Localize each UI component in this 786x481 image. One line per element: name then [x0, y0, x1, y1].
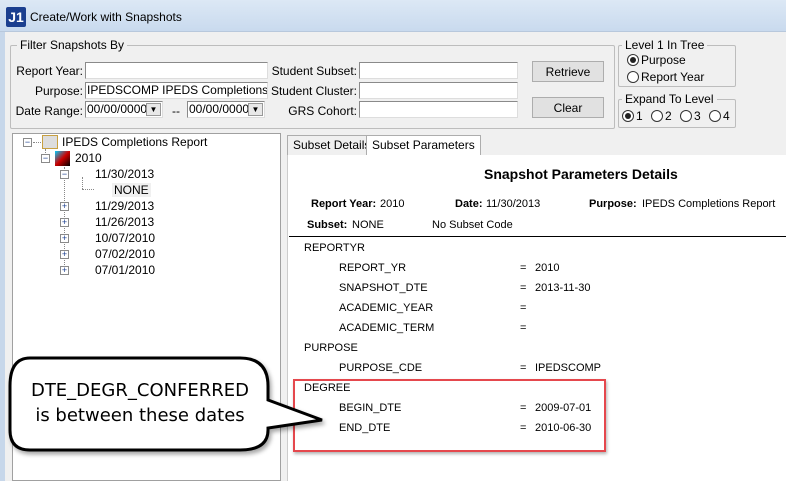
tree-node-date[interactable]: 07/02/2010: [95, 247, 155, 261]
collapse-icon[interactable]: −: [60, 170, 69, 179]
app-logo-icon: J1: [6, 7, 26, 27]
dropdown-arrow-icon[interactable]: ▼: [248, 103, 263, 116]
radio-label: Report Year: [641, 70, 705, 84]
retrieve-button[interactable]: Retrieve: [532, 61, 604, 82]
tree-node-date[interactable]: 11/29/2013: [95, 199, 154, 213]
date-from-value: 00/00/0000: [87, 102, 148, 116]
tree-node-date[interactable]: 07/01/2010: [95, 263, 155, 277]
radio-icon[interactable]: [622, 110, 634, 122]
param-equals: =: [520, 302, 527, 314]
subset-value: NONE: [352, 219, 384, 231]
param-key: ACADEMIC_YEAR: [339, 302, 434, 314]
dropdown-arrow-icon[interactable]: ▼: [146, 103, 161, 116]
radio-icon[interactable]: [709, 110, 721, 122]
date-to-select[interactable]: 00/00/0000 ▼: [187, 101, 265, 118]
subset-label: Subset:: [307, 219, 348, 231]
param-key: SNAPSHOT_DTE: [339, 282, 428, 294]
expand-icon[interactable]: +: [60, 266, 69, 275]
radio-level-3[interactable]: 3: [680, 109, 701, 123]
grs-cohort-label: GRS Cohort:: [288, 104, 357, 118]
level1-label: Level 1 In Tree: [622, 38, 708, 52]
date-label: Date:: [455, 198, 483, 210]
purpose-value: IPEDS Completions Report: [642, 198, 776, 210]
filter-group-label: Filter Snapshots By: [17, 38, 128, 52]
expand-icon[interactable]: +: [60, 234, 69, 243]
year-tree-icon: [55, 151, 70, 166]
student-subset-label: Student Subset:: [271, 64, 357, 78]
expand-icon[interactable]: +: [60, 250, 69, 259]
radio-icon[interactable]: [680, 110, 692, 122]
param-equals: =: [520, 322, 527, 334]
grs-cohort-input[interactable]: [359, 101, 518, 118]
tree-node-date[interactable]: 11/26/2013: [95, 215, 154, 229]
expand-label: Expand To Level: [622, 92, 717, 106]
radio-label: 4: [723, 109, 730, 123]
divider: [289, 236, 786, 237]
subset-code: No Subset Code: [432, 219, 513, 231]
callout-text: DTE_DEGR_CONFERRED is between these date…: [12, 378, 268, 428]
tree-node-date[interactable]: 10/07/2010: [95, 231, 155, 245]
radio-purpose[interactable]: Purpose: [627, 53, 686, 67]
collapse-icon[interactable]: −: [23, 138, 32, 147]
radio-level-4[interactable]: 4: [709, 109, 730, 123]
callout-line2: is between these dates: [35, 405, 245, 426]
param-key: REPORT_YR: [339, 262, 407, 274]
date-to-value: 00/00/0000: [189, 102, 250, 116]
radio-report-year[interactable]: Report Year: [627, 70, 704, 84]
param-equals: =: [520, 262, 527, 274]
radio-icon[interactable]: [627, 54, 639, 66]
tree-node-date[interactable]: 11/30/2013: [95, 167, 154, 181]
param-value: 2010: [535, 262, 560, 274]
purpose-label: Purpose:: [589, 198, 637, 210]
collapse-icon[interactable]: −: [41, 154, 50, 163]
param-key: ACADEMIC_TERM: [339, 322, 435, 334]
window-title: Create/Work with Snapshots: [30, 10, 182, 24]
report-tree-icon: [42, 135, 58, 149]
tree-node-subset[interactable]: NONE: [112, 183, 151, 197]
radio-label: 1: [636, 109, 643, 123]
student-subset-input[interactable]: [359, 62, 518, 79]
purpose-label: Purpose:: [34, 84, 83, 98]
expand-icon[interactable]: +: [60, 202, 69, 211]
tree-node-report[interactable]: IPEDS Completions Report: [62, 135, 207, 149]
details-title: Snapshot Parameters Details: [484, 166, 678, 182]
tree-node-year[interactable]: 2010: [75, 151, 102, 165]
radio-level-1[interactable]: 1: [622, 109, 643, 123]
param-value: 2013-11-30: [535, 282, 591, 294]
tab-subset-parameters[interactable]: Subset Parameters: [366, 135, 481, 156]
radio-label: 3: [694, 109, 701, 123]
callout-line1: DTE_DEGR_CONFERRED: [30, 380, 250, 401]
radio-label: Purpose: [641, 53, 686, 67]
title-bar: J1 Create/Work with Snapshots: [0, 0, 786, 32]
param-key: PURPOSE_CDE: [339, 362, 423, 374]
date-value: 11/30/2013: [486, 198, 541, 210]
report-year-input[interactable]: [85, 62, 268, 79]
param-equals: =: [520, 282, 527, 294]
radio-label: 2: [665, 109, 672, 123]
radio-icon[interactable]: [627, 71, 639, 83]
date-separator: --: [172, 104, 180, 118]
tab-subset-details[interactable]: Subset Details: [287, 135, 377, 156]
param-value: IPEDSCOMP: [535, 362, 602, 374]
section-header: REPORTYR: [304, 242, 365, 254]
date-range-label: Date Range:: [15, 104, 83, 118]
highlight-box: [293, 379, 606, 452]
clear-button[interactable]: Clear: [532, 97, 604, 118]
report-year-value: 2010: [380, 198, 405, 210]
radio-level-2[interactable]: 2: [651, 109, 672, 123]
param-equals: =: [520, 362, 527, 374]
date-from-select[interactable]: 00/00/0000 ▼: [85, 101, 163, 118]
report-year-label: Report Year:: [311, 198, 377, 210]
student-cluster-input[interactable]: [359, 82, 518, 99]
expand-icon[interactable]: +: [60, 218, 69, 227]
purpose-input[interactable]: IPEDSCOMP IPEDS Completions Rep: [85, 82, 268, 99]
radio-icon[interactable]: [651, 110, 663, 122]
report-year-label: Report Year:: [16, 64, 83, 78]
student-cluster-label: Student Cluster:: [270, 84, 357, 98]
